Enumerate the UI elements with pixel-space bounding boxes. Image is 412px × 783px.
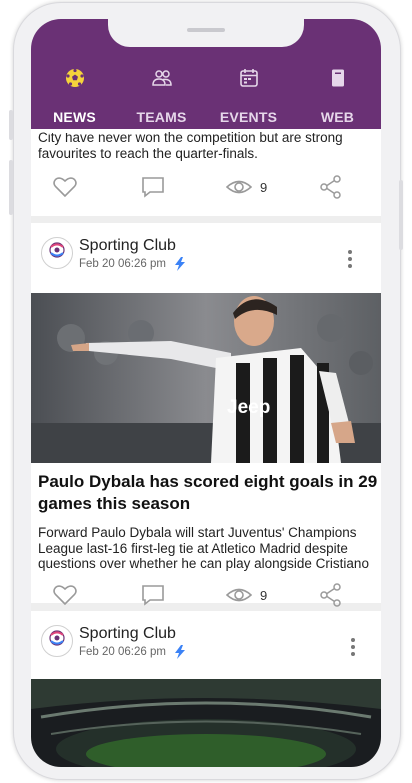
news-card[interactable]: Sporting Club Feb 20 06:26 pm (31, 223, 381, 607)
phone-side-button (9, 160, 13, 215)
post-title-line[interactable]: Paulo Dybala has scored eight goals in 2… (38, 472, 377, 492)
views-count: 9 (260, 180, 268, 195)
phone-notch (108, 19, 304, 47)
comment-icon[interactable] (141, 175, 165, 199)
post-title-line[interactable]: games this season (38, 494, 190, 514)
people-icon (151, 70, 172, 86)
post-excerpt-line: Forward Paulo Dybala will start Juventus… (38, 525, 357, 540)
club-logo-icon (49, 242, 65, 258)
book-icon (331, 69, 344, 87)
jersey-sponsor-text: Jeep (227, 397, 270, 418)
views-count: 9 (260, 588, 268, 603)
lightning-icon (175, 257, 185, 271)
lightning-icon (175, 645, 185, 659)
club-logo-icon (49, 630, 65, 646)
calendar-icon (239, 69, 258, 87)
tab-events-label: EVENTS (219, 109, 278, 125)
app-screen: NEWS TEAMS EVENTS WEB City have never wo… (31, 19, 381, 767)
news-card[interactable]: Sporting Club Feb 20 06:26 pm (31, 611, 381, 767)
phone-side-button (399, 180, 403, 250)
tab-news-label: NEWS (31, 109, 118, 133)
like-heart-icon[interactable] (52, 583, 78, 607)
post-excerpt-line: questions over whether he can play along… (38, 556, 369, 571)
club-avatar (41, 625, 73, 657)
phone-frame: NEWS TEAMS EVENTS WEB City have never wo… (13, 2, 401, 780)
share-icon[interactable] (319, 175, 343, 199)
share-icon[interactable] (319, 583, 343, 607)
soccer-ball-icon (65, 68, 84, 87)
phone-side-button (9, 110, 13, 140)
tab-teams-label: TEAMS (136, 109, 187, 125)
views-eye-icon (226, 180, 252, 194)
more-options-icon[interactable] (351, 638, 355, 659)
news-card: City have never won the competition but … (31, 129, 381, 216)
post-actions: 9 (31, 175, 381, 211)
club-avatar (41, 237, 73, 269)
post-date: Feb 20 06:26 pm (79, 258, 166, 270)
more-options-icon[interactable] (348, 250, 352, 271)
post-author[interactable]: Sporting Club (79, 237, 176, 255)
post-image[interactable]: Jeep (31, 293, 381, 463)
post-excerpt-line: favourites to reach the quarter-finals. (38, 146, 258, 161)
comment-icon[interactable] (141, 583, 165, 607)
post-author[interactable]: Sporting Club (79, 625, 176, 643)
post-date: Feb 20 06:26 pm (79, 646, 166, 658)
views-eye-icon (226, 588, 252, 602)
post-image[interactable] (31, 679, 381, 767)
phone-speaker (187, 28, 225, 32)
post-excerpt-line: League last-16 first-leg tie at Atletico… (38, 541, 348, 556)
like-heart-icon[interactable] (52, 175, 78, 199)
tab-web-label: WEB (320, 109, 355, 125)
